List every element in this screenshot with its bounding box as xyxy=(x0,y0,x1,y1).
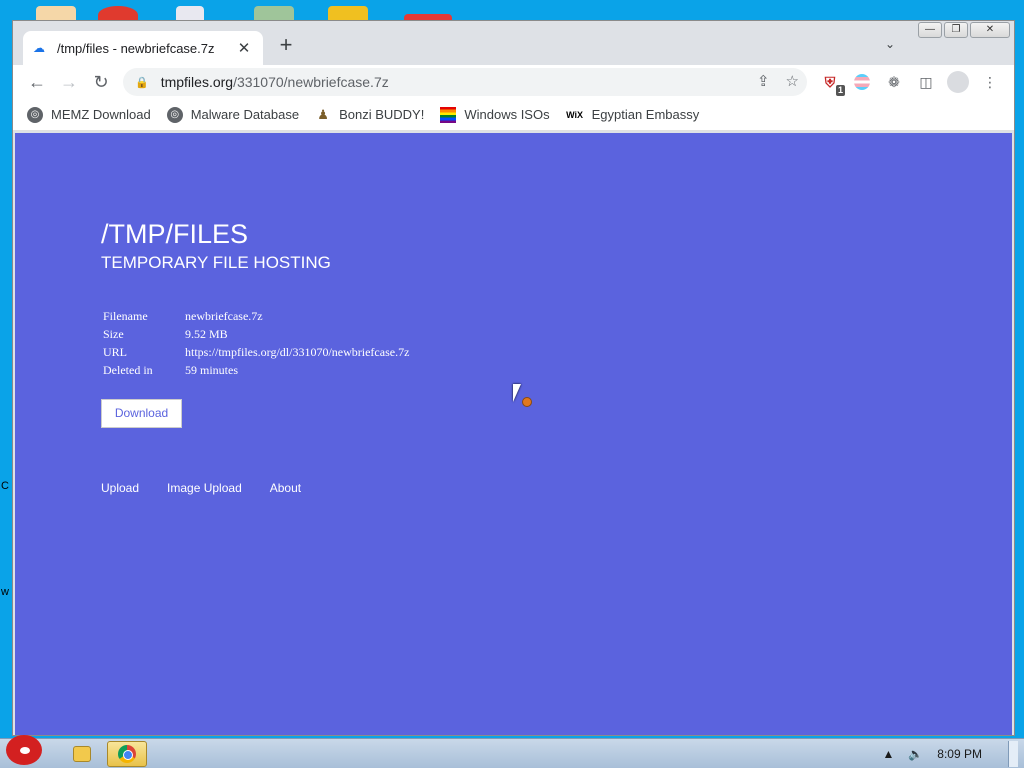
bookmark-label: Egyptian Embassy xyxy=(591,107,700,122)
image-upload-link[interactable]: Image Upload xyxy=(167,481,242,495)
new-tab-button[interactable]: + xyxy=(275,34,297,57)
folder-icon xyxy=(73,746,91,762)
page-content: /TMP/FILES TEMPORARY FILE HOSTING Filena… xyxy=(15,133,1012,735)
ublock-shield-icon[interactable]: ⛨ 1 xyxy=(819,71,845,96)
wix-icon: WiX xyxy=(566,109,584,120)
rainbow-flag-icon xyxy=(440,106,457,123)
bookmark-memz-download[interactable]: ◎ MEMZ Download xyxy=(27,106,151,123)
back-arrow-icon[interactable]: ← xyxy=(21,66,53,98)
angry-bird-start-icon xyxy=(6,735,42,765)
about-link[interactable]: About xyxy=(270,481,301,495)
globe-icon: ◎ xyxy=(166,106,183,123)
bookmarks-bar: ◎ MEMZ Download ◎ Malware Database ♟ Bon… xyxy=(13,99,1014,131)
show-desktop-button[interactable] xyxy=(1008,741,1018,767)
footer-nav: Upload Image Upload About xyxy=(101,481,301,495)
trans-flag-extension-icon[interactable] xyxy=(851,71,873,93)
tab-title: /tmp/files - newbriefcase.7z xyxy=(57,40,215,56)
download-button[interactable]: Download xyxy=(101,399,182,428)
browser-window: ☁ /tmp/files - newbriefcase.7z ✕ + ⌄ — ❐… xyxy=(12,20,1015,736)
profile-avatar-icon[interactable] xyxy=(947,71,969,93)
chrome-icon xyxy=(118,745,136,763)
table-row: Deleted in 59 minutes xyxy=(101,361,411,379)
star-icon[interactable]: ☆ xyxy=(786,72,799,90)
taskbar: ▲ 🔈 8:09 PM xyxy=(0,735,1024,768)
system-tray: ▲ 🔈 8:09 PM xyxy=(882,739,1024,768)
extensions-area: ⛨ 1 ❁ ◫ ⋮ xyxy=(819,68,1001,96)
table-row: URL https://tmpfiles.org/dl/331070/newbr… xyxy=(101,343,411,361)
menu-kebab-icon[interactable]: ⋮ xyxy=(979,71,1001,93)
bookmark-egyptian-embassy[interactable]: WiX Egyptian Embassy xyxy=(566,107,700,123)
info-value: 59 minutes xyxy=(185,363,238,377)
address-bar[interactable]: 🔒 tmpfiles.org/331070/newbriefcase.7z ⇪ … xyxy=(123,68,807,96)
info-key: Deleted in xyxy=(103,363,153,377)
cloud-favicon-icon: ☁ xyxy=(33,41,45,55)
busy-cursor-icon xyxy=(522,397,532,407)
close-icon[interactable]: ✕ xyxy=(235,39,253,57)
desktop-edge-text: C xyxy=(1,480,9,492)
url-path: /331070/newbriefcase.7z xyxy=(233,74,389,90)
taskbar-chrome[interactable] xyxy=(107,741,147,767)
tab-active[interactable]: ☁ /tmp/files - newbriefcase.7z ✕ xyxy=(23,31,263,65)
globe-icon: ◎ xyxy=(27,106,43,123)
bookmark-bonzi-buddy[interactable]: ♟ Bonzi BUDDY! xyxy=(315,107,424,123)
url-host: tmpfiles.org xyxy=(160,74,234,90)
table-row: Filename newbriefcase.7z xyxy=(101,307,411,325)
clock[interactable]: 8:09 PM xyxy=(937,747,982,761)
upload-link[interactable]: Upload xyxy=(101,481,139,495)
info-value: 9.52 MB xyxy=(185,327,228,341)
page-subtitle: TEMPORARY FILE HOSTING xyxy=(101,253,331,272)
tab-strip: ☁ /tmp/files - newbriefcase.7z ✕ + ⌄ — ❐… xyxy=(13,21,1014,65)
tab-search-chevron-icon[interactable]: ⌄ xyxy=(885,37,895,51)
bookmark-label: MEMZ Download xyxy=(51,107,151,122)
info-key: URL xyxy=(103,345,127,359)
window-controls: — ❐ ✕ xyxy=(918,22,1010,38)
side-panel-icon[interactable]: ◫ xyxy=(915,71,937,93)
table-row: Size 9.52 MB xyxy=(101,325,411,343)
forward-arrow-icon[interactable]: → xyxy=(53,66,85,98)
desktop-edge-text: w xyxy=(1,586,9,598)
start-button[interactable] xyxy=(2,731,46,768)
browser-toolbar: ← → ↻ 🔒 tmpfiles.org/331070/newbriefcase… xyxy=(13,65,1014,99)
share-icon[interactable]: ⇪ xyxy=(757,72,770,90)
file-info-table: Filename newbriefcase.7z Size 9.52 MB UR… xyxy=(101,307,411,379)
info-value: https://tmpfiles.org/dl/331070/newbriefc… xyxy=(185,345,410,359)
bookmark-malware-database[interactable]: ◎ Malware Database xyxy=(166,106,300,123)
window-close-button[interactable]: ✕ xyxy=(970,22,1010,38)
extension-badge: 1 xyxy=(835,85,845,96)
taskbar-explorer[interactable] xyxy=(62,741,102,767)
tray-expand-icon[interactable]: ▲ xyxy=(882,747,894,761)
lock-icon[interactable]: 🔒 xyxy=(135,76,149,89)
info-key: Filename xyxy=(103,309,148,323)
volume-icon[interactable]: 🔈 xyxy=(908,747,923,761)
minimize-button[interactable]: — xyxy=(918,22,942,38)
info-key: Size xyxy=(103,327,124,341)
bookmark-windows-isos[interactable]: Windows ISOs xyxy=(440,106,550,123)
bookmark-label: Malware Database xyxy=(190,107,300,122)
puzzle-extensions-icon[interactable]: ❁ xyxy=(883,71,905,93)
bonzi-icon: ♟ xyxy=(317,106,329,122)
bookmark-label: Windows ISOs xyxy=(464,107,550,122)
page-title: /TMP/FILES xyxy=(101,219,249,249)
reload-icon[interactable]: ↻ xyxy=(85,66,117,98)
restore-button[interactable]: ❐ xyxy=(944,22,968,38)
bookmark-label: Bonzi BUDDY! xyxy=(339,107,425,122)
info-value: newbriefcase.7z xyxy=(185,309,263,323)
